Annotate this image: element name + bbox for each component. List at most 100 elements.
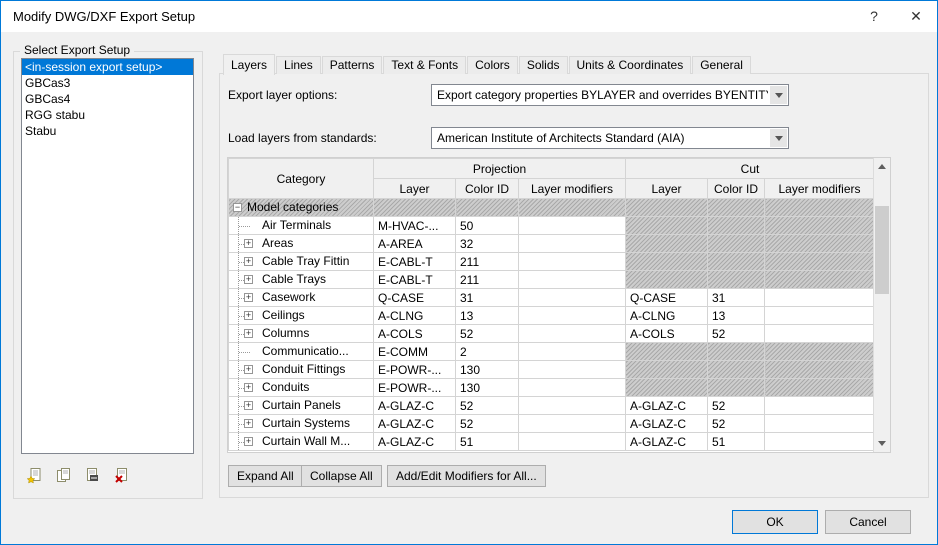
export-setup-list-item[interactable]: GBCas3 [22, 75, 193, 91]
projection-modifiers-cell[interactable] [518, 378, 626, 397]
projection-layer-cell[interactable]: A-GLAZ-C [373, 432, 456, 451]
cut-colorid-cell[interactable] [707, 270, 765, 289]
dropdown-arrow[interactable] [770, 86, 787, 104]
cut-colorid-cell[interactable] [707, 360, 765, 379]
delete-export-setup-button[interactable] [112, 466, 131, 485]
cut-colorid-cell[interactable] [707, 252, 765, 271]
cut-modifiers-cell[interactable] [764, 252, 875, 271]
expand-toggle-icon[interactable]: + [244, 382, 253, 392]
cut-layer-cell[interactable]: A-GLAZ-C [625, 396, 708, 415]
projection-modifiers-cell[interactable] [518, 216, 626, 235]
projection-modifiers-cell[interactable] [518, 252, 626, 271]
projection-layer-cell[interactable]: E-POWR-... [373, 360, 456, 379]
new-export-setup-button[interactable] [25, 466, 44, 485]
cut-modifiers-cell[interactable] [764, 270, 875, 289]
projection-layer-cell[interactable]: E-CABL-T [373, 252, 456, 271]
scroll-up-button[interactable] [874, 158, 890, 175]
projection-modifiers-cell[interactable] [518, 270, 626, 289]
cut-layer-cell[interactable] [625, 378, 708, 397]
cut-modifiers-cell[interactable] [764, 324, 875, 343]
projection-colorid-cell[interactable]: 52 [455, 414, 519, 433]
rename-export-setup-button[interactable] [83, 466, 102, 485]
expand-toggle-icon[interactable]: + [244, 364, 253, 374]
tab-patterns[interactable]: Patterns [321, 56, 383, 74]
expand-toggle-icon[interactable]: + [244, 418, 253, 428]
cut-layer-cell[interactable]: A-CLNG [625, 306, 708, 325]
expand-toggle-icon[interactable]: + [244, 400, 253, 410]
scrollbar-thumb[interactable] [875, 206, 889, 294]
projection-colorid-cell[interactable] [455, 198, 519, 217]
cut-modifiers-cell[interactable] [764, 198, 875, 217]
cut-colorid-cell[interactable]: 52 [707, 396, 765, 415]
ok-button[interactable]: OK [732, 510, 818, 534]
projection-colorid-cell[interactable]: 13 [455, 306, 519, 325]
expand-toggle-icon[interactable]: + [244, 436, 253, 446]
expand-all-button[interactable]: Expand All [228, 465, 303, 487]
tab-units-coordinates[interactable]: Units & Coordinates [568, 56, 692, 74]
add-edit-modifiers-button[interactable]: Add/Edit Modifiers for All... [387, 465, 546, 487]
duplicate-export-setup-button[interactable] [54, 466, 73, 485]
cut-colorid-cell[interactable] [707, 198, 765, 217]
dropdown-arrow[interactable] [770, 129, 787, 147]
projection-modifiers-cell[interactable] [518, 288, 626, 307]
projection-modifiers-cell[interactable] [518, 198, 626, 217]
projection-colorid-cell[interactable]: 51 [455, 432, 519, 451]
projection-layer-cell[interactable]: A-CLNG [373, 306, 456, 325]
cut-modifiers-cell[interactable] [764, 414, 875, 433]
collapse-all-button[interactable]: Collapse All [301, 465, 382, 487]
expand-toggle-icon[interactable]: + [244, 274, 253, 284]
cut-modifiers-cell[interactable] [764, 396, 875, 415]
projection-modifiers-cell[interactable] [518, 432, 626, 451]
expand-toggle-icon[interactable]: + [244, 310, 253, 320]
cancel-button[interactable]: Cancel [825, 510, 911, 534]
projection-modifiers-cell[interactable] [518, 234, 626, 253]
tab-layers[interactable]: Layers [223, 54, 276, 75]
export-setup-list-item[interactable]: GBCas4 [22, 91, 193, 107]
cut-colorid-cell[interactable] [707, 342, 765, 361]
projection-modifiers-cell[interactable] [518, 342, 626, 361]
cut-modifiers-cell[interactable] [764, 234, 875, 253]
projection-layer-cell[interactable] [373, 198, 456, 217]
cut-layer-cell[interactable]: A-GLAZ-C [625, 414, 708, 433]
projection-layer-cell[interactable]: E-POWR-... [373, 378, 456, 397]
cut-layer-cell[interactable]: Q-CASE [625, 288, 708, 307]
projection-colorid-cell[interactable]: 2 [455, 342, 519, 361]
cut-modifiers-cell[interactable] [764, 432, 875, 451]
help-button[interactable]: ? [853, 1, 895, 32]
export-setup-list[interactable]: <in-session export setup> GBCas3 GBCas4 RGG… [21, 58, 194, 454]
projection-colorid-cell[interactable]: 52 [455, 396, 519, 415]
export-setup-list-item[interactable]: <in-session export setup> [22, 59, 193, 75]
projection-layer-cell[interactable]: E-CABL-T [373, 270, 456, 289]
close-button[interactable]: ✕ [895, 1, 937, 32]
cut-layer-cell[interactable] [625, 198, 708, 217]
projection-layer-cell[interactable]: A-GLAZ-C [373, 414, 456, 433]
export-setup-list-item[interactable]: RGG stabu [22, 107, 193, 123]
cut-modifiers-cell[interactable] [764, 360, 875, 379]
cut-colorid-cell[interactable]: 52 [707, 414, 765, 433]
cut-modifiers-cell[interactable] [764, 306, 875, 325]
vertical-scrollbar[interactable] [873, 158, 890, 452]
projection-modifiers-cell[interactable] [518, 324, 626, 343]
cut-layer-cell[interactable]: A-GLAZ-C [625, 432, 708, 451]
cut-layer-cell[interactable] [625, 234, 708, 253]
projection-modifiers-cell[interactable] [518, 396, 626, 415]
collapse-toggle-icon[interactable]: − [233, 202, 242, 212]
expand-toggle-icon[interactable]: + [244, 256, 253, 266]
projection-colorid-cell[interactable]: 31 [455, 288, 519, 307]
cut-colorid-cell[interactable]: 52 [707, 324, 765, 343]
tab-solids[interactable]: Solids [518, 56, 568, 74]
cut-layer-cell[interactable] [625, 216, 708, 235]
cut-modifiers-cell[interactable] [764, 216, 875, 235]
cut-modifiers-cell[interactable] [764, 288, 875, 307]
projection-layer-cell[interactable]: A-AREA [373, 234, 456, 253]
cut-colorid-cell[interactable]: 31 [707, 288, 765, 307]
cut-colorid-cell[interactable] [707, 234, 765, 253]
projection-colorid-cell[interactable]: 130 [455, 360, 519, 379]
cut-layer-cell[interactable] [625, 342, 708, 361]
projection-colorid-cell[interactable]: 32 [455, 234, 519, 253]
cut-layer-cell[interactable] [625, 270, 708, 289]
tab-general[interactable]: General [692, 56, 751, 74]
expand-toggle-icon[interactable]: + [244, 292, 253, 302]
tab-text-fonts[interactable]: Text & Fonts [383, 56, 467, 74]
scroll-down-button[interactable] [874, 435, 890, 452]
